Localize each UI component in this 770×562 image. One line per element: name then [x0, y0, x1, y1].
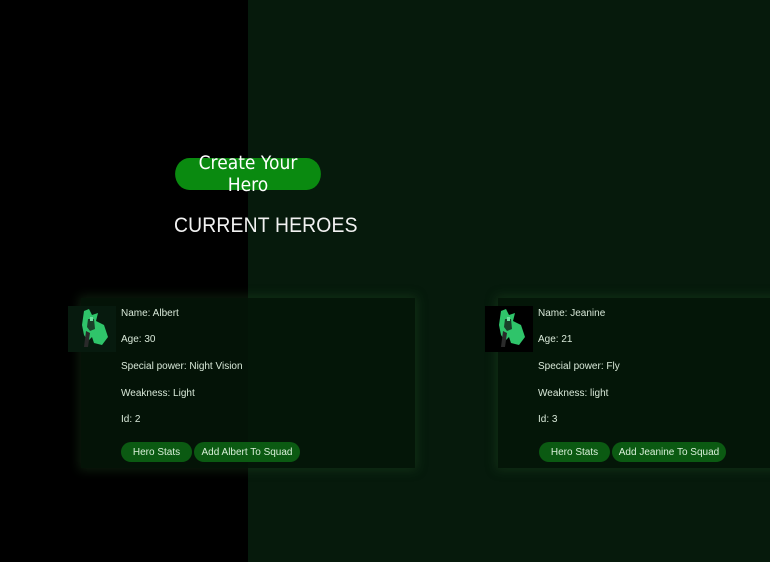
- hero-id: Id: 3: [538, 414, 558, 425]
- hero-figure-icon: [485, 306, 533, 352]
- hero-card: Name: Albert Age: 30 Special power: Nigh…: [68, 298, 415, 468]
- create-hero-button[interactable]: Create Your Hero: [175, 152, 321, 196]
- hero-id: Id: 2: [121, 414, 141, 425]
- add-to-squad-button[interactable]: Add Jeanine To Squad: [612, 442, 726, 462]
- hero-weakness: Weakness: Light: [121, 388, 195, 399]
- section-title: CURRENT HEROES: [174, 214, 358, 237]
- hero-stats-button[interactable]: Hero Stats: [121, 442, 192, 462]
- hero-figure-icon: [68, 306, 116, 352]
- hero-weakness: Weakness: light: [538, 388, 609, 399]
- add-to-squad-button[interactable]: Add Albert To Squad: [194, 442, 300, 462]
- left-panel: [0, 0, 248, 562]
- hero-age: Age: 21: [538, 334, 573, 345]
- hero-name: Name: Jeanine: [538, 308, 606, 319]
- hero-card: Name: Jeanine Age: 21 Special power: Fly…: [485, 298, 770, 468]
- hero-stats-button[interactable]: Hero Stats: [539, 442, 610, 462]
- hero-name: Name: Albert: [121, 308, 179, 319]
- hero-special-power: Special power: Fly: [538, 361, 620, 372]
- hero-special-power: Special power: Night Vision: [121, 361, 243, 372]
- hero-age: Age: 30: [121, 334, 156, 345]
